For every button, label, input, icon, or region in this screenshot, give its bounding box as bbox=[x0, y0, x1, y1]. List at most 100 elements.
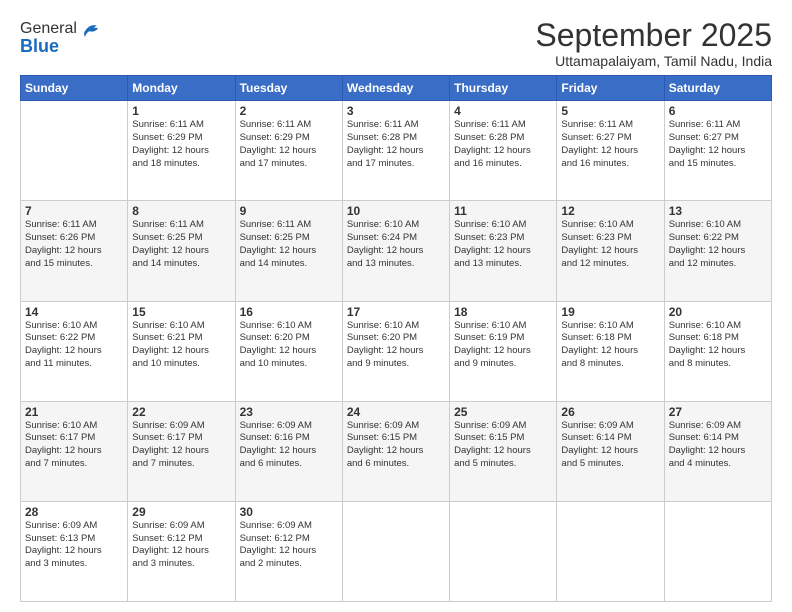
calendar-cell: 23Sunrise: 6:09 AM Sunset: 6:16 PM Dayli… bbox=[235, 401, 342, 501]
calendar-header-thursday: Thursday bbox=[450, 76, 557, 101]
logo-bird-icon bbox=[79, 18, 101, 40]
calendar-body: 1Sunrise: 6:11 AM Sunset: 6:29 PM Daylig… bbox=[21, 101, 772, 602]
day-info: Sunrise: 6:10 AM Sunset: 6:21 PM Dayligh… bbox=[132, 320, 230, 371]
calendar-week-2: 7Sunrise: 6:11 AM Sunset: 6:26 PM Daylig… bbox=[21, 201, 772, 301]
day-number: 4 bbox=[454, 104, 552, 118]
page: General Blue September 2025 Uttamapalaiy… bbox=[0, 0, 792, 612]
day-number: 8 bbox=[132, 204, 230, 218]
calendar-cell: 17Sunrise: 6:10 AM Sunset: 6:20 PM Dayli… bbox=[342, 301, 449, 401]
day-number: 26 bbox=[561, 405, 659, 419]
calendar-cell: 12Sunrise: 6:10 AM Sunset: 6:23 PM Dayli… bbox=[557, 201, 664, 301]
day-number: 27 bbox=[669, 405, 767, 419]
day-info: Sunrise: 6:09 AM Sunset: 6:17 PM Dayligh… bbox=[132, 420, 230, 471]
calendar-cell: 6Sunrise: 6:11 AM Sunset: 6:27 PM Daylig… bbox=[664, 101, 771, 201]
calendar-cell: 18Sunrise: 6:10 AM Sunset: 6:19 PM Dayli… bbox=[450, 301, 557, 401]
day-number: 7 bbox=[25, 204, 123, 218]
day-number: 5 bbox=[561, 104, 659, 118]
calendar-cell: 11Sunrise: 6:10 AM Sunset: 6:23 PM Dayli… bbox=[450, 201, 557, 301]
day-info: Sunrise: 6:10 AM Sunset: 6:23 PM Dayligh… bbox=[561, 219, 659, 270]
day-number: 30 bbox=[240, 505, 338, 519]
calendar-cell: 22Sunrise: 6:09 AM Sunset: 6:17 PM Dayli… bbox=[128, 401, 235, 501]
calendar-table: SundayMondayTuesdayWednesdayThursdayFrid… bbox=[20, 75, 772, 602]
day-info: Sunrise: 6:09 AM Sunset: 6:13 PM Dayligh… bbox=[25, 520, 123, 571]
day-number: 24 bbox=[347, 405, 445, 419]
day-info: Sunrise: 6:11 AM Sunset: 6:28 PM Dayligh… bbox=[454, 119, 552, 170]
day-number: 9 bbox=[240, 204, 338, 218]
calendar-cell: 9Sunrise: 6:11 AM Sunset: 6:25 PM Daylig… bbox=[235, 201, 342, 301]
day-info: Sunrise: 6:10 AM Sunset: 6:19 PM Dayligh… bbox=[454, 320, 552, 371]
day-info: Sunrise: 6:10 AM Sunset: 6:24 PM Dayligh… bbox=[347, 219, 445, 270]
calendar-cell: 28Sunrise: 6:09 AM Sunset: 6:13 PM Dayli… bbox=[21, 501, 128, 601]
calendar-cell: 4Sunrise: 6:11 AM Sunset: 6:28 PM Daylig… bbox=[450, 101, 557, 201]
calendar-cell bbox=[21, 101, 128, 201]
calendar-cell bbox=[557, 501, 664, 601]
day-number: 20 bbox=[669, 305, 767, 319]
day-info: Sunrise: 6:11 AM Sunset: 6:25 PM Dayligh… bbox=[240, 219, 338, 270]
calendar-cell: 20Sunrise: 6:10 AM Sunset: 6:18 PM Dayli… bbox=[664, 301, 771, 401]
calendar-cell: 15Sunrise: 6:10 AM Sunset: 6:21 PM Dayli… bbox=[128, 301, 235, 401]
calendar-cell: 2Sunrise: 6:11 AM Sunset: 6:29 PM Daylig… bbox=[235, 101, 342, 201]
calendar-week-3: 14Sunrise: 6:10 AM Sunset: 6:22 PM Dayli… bbox=[21, 301, 772, 401]
day-number: 12 bbox=[561, 204, 659, 218]
day-info: Sunrise: 6:11 AM Sunset: 6:28 PM Dayligh… bbox=[347, 119, 445, 170]
calendar-cell: 30Sunrise: 6:09 AM Sunset: 6:12 PM Dayli… bbox=[235, 501, 342, 601]
day-info: Sunrise: 6:09 AM Sunset: 6:12 PM Dayligh… bbox=[240, 520, 338, 571]
calendar-header-friday: Friday bbox=[557, 76, 664, 101]
day-info: Sunrise: 6:10 AM Sunset: 6:20 PM Dayligh… bbox=[347, 320, 445, 371]
day-number: 1 bbox=[132, 104, 230, 118]
day-info: Sunrise: 6:10 AM Sunset: 6:20 PM Dayligh… bbox=[240, 320, 338, 371]
day-number: 2 bbox=[240, 104, 338, 118]
day-info: Sunrise: 6:11 AM Sunset: 6:25 PM Dayligh… bbox=[132, 219, 230, 270]
calendar-header-tuesday: Tuesday bbox=[235, 76, 342, 101]
day-number: 21 bbox=[25, 405, 123, 419]
day-info: Sunrise: 6:09 AM Sunset: 6:15 PM Dayligh… bbox=[454, 420, 552, 471]
calendar-week-1: 1Sunrise: 6:11 AM Sunset: 6:29 PM Daylig… bbox=[21, 101, 772, 201]
day-number: 19 bbox=[561, 305, 659, 319]
title-block: September 2025 Uttamapalaiyam, Tamil Nad… bbox=[535, 18, 772, 69]
calendar-header-sunday: Sunday bbox=[21, 76, 128, 101]
day-number: 13 bbox=[669, 204, 767, 218]
day-info: Sunrise: 6:10 AM Sunset: 6:18 PM Dayligh… bbox=[561, 320, 659, 371]
day-number: 23 bbox=[240, 405, 338, 419]
day-number: 16 bbox=[240, 305, 338, 319]
day-number: 6 bbox=[669, 104, 767, 118]
calendar-cell bbox=[342, 501, 449, 601]
day-number: 22 bbox=[132, 405, 230, 419]
day-info: Sunrise: 6:10 AM Sunset: 6:22 PM Dayligh… bbox=[669, 219, 767, 270]
calendar-cell: 24Sunrise: 6:09 AM Sunset: 6:15 PM Dayli… bbox=[342, 401, 449, 501]
calendar-cell: 25Sunrise: 6:09 AM Sunset: 6:15 PM Dayli… bbox=[450, 401, 557, 501]
day-number: 18 bbox=[454, 305, 552, 319]
calendar-header-wednesday: Wednesday bbox=[342, 76, 449, 101]
day-info: Sunrise: 6:10 AM Sunset: 6:23 PM Dayligh… bbox=[454, 219, 552, 270]
calendar-header-saturday: Saturday bbox=[664, 76, 771, 101]
calendar-cell: 14Sunrise: 6:10 AM Sunset: 6:22 PM Dayli… bbox=[21, 301, 128, 401]
calendar-cell: 19Sunrise: 6:10 AM Sunset: 6:18 PM Dayli… bbox=[557, 301, 664, 401]
day-info: Sunrise: 6:11 AM Sunset: 6:27 PM Dayligh… bbox=[561, 119, 659, 170]
day-number: 14 bbox=[25, 305, 123, 319]
calendar-cell: 16Sunrise: 6:10 AM Sunset: 6:20 PM Dayli… bbox=[235, 301, 342, 401]
calendar-cell: 5Sunrise: 6:11 AM Sunset: 6:27 PM Daylig… bbox=[557, 101, 664, 201]
day-number: 28 bbox=[25, 505, 123, 519]
calendar-cell: 27Sunrise: 6:09 AM Sunset: 6:14 PM Dayli… bbox=[664, 401, 771, 501]
calendar-cell: 21Sunrise: 6:10 AM Sunset: 6:17 PM Dayli… bbox=[21, 401, 128, 501]
day-info: Sunrise: 6:10 AM Sunset: 6:18 PM Dayligh… bbox=[669, 320, 767, 371]
calendar-cell: 3Sunrise: 6:11 AM Sunset: 6:28 PM Daylig… bbox=[342, 101, 449, 201]
calendar-cell: 26Sunrise: 6:09 AM Sunset: 6:14 PM Dayli… bbox=[557, 401, 664, 501]
calendar-cell: 10Sunrise: 6:10 AM Sunset: 6:24 PM Dayli… bbox=[342, 201, 449, 301]
day-info: Sunrise: 6:11 AM Sunset: 6:27 PM Dayligh… bbox=[669, 119, 767, 170]
main-title: September 2025 bbox=[535, 18, 772, 53]
calendar-week-4: 21Sunrise: 6:10 AM Sunset: 6:17 PM Dayli… bbox=[21, 401, 772, 501]
calendar-cell: 13Sunrise: 6:10 AM Sunset: 6:22 PM Dayli… bbox=[664, 201, 771, 301]
day-number: 15 bbox=[132, 305, 230, 319]
calendar-cell: 1Sunrise: 6:11 AM Sunset: 6:29 PM Daylig… bbox=[128, 101, 235, 201]
day-info: Sunrise: 6:09 AM Sunset: 6:15 PM Dayligh… bbox=[347, 420, 445, 471]
day-number: 29 bbox=[132, 505, 230, 519]
day-info: Sunrise: 6:09 AM Sunset: 6:16 PM Dayligh… bbox=[240, 420, 338, 471]
day-number: 11 bbox=[454, 204, 552, 218]
day-number: 10 bbox=[347, 204, 445, 218]
calendar-cell: 8Sunrise: 6:11 AM Sunset: 6:25 PM Daylig… bbox=[128, 201, 235, 301]
header: General Blue September 2025 Uttamapalaiy… bbox=[20, 18, 772, 69]
day-info: Sunrise: 6:09 AM Sunset: 6:12 PM Dayligh… bbox=[132, 520, 230, 571]
day-info: Sunrise: 6:10 AM Sunset: 6:17 PM Dayligh… bbox=[25, 420, 123, 471]
calendar-cell: 7Sunrise: 6:11 AM Sunset: 6:26 PM Daylig… bbox=[21, 201, 128, 301]
